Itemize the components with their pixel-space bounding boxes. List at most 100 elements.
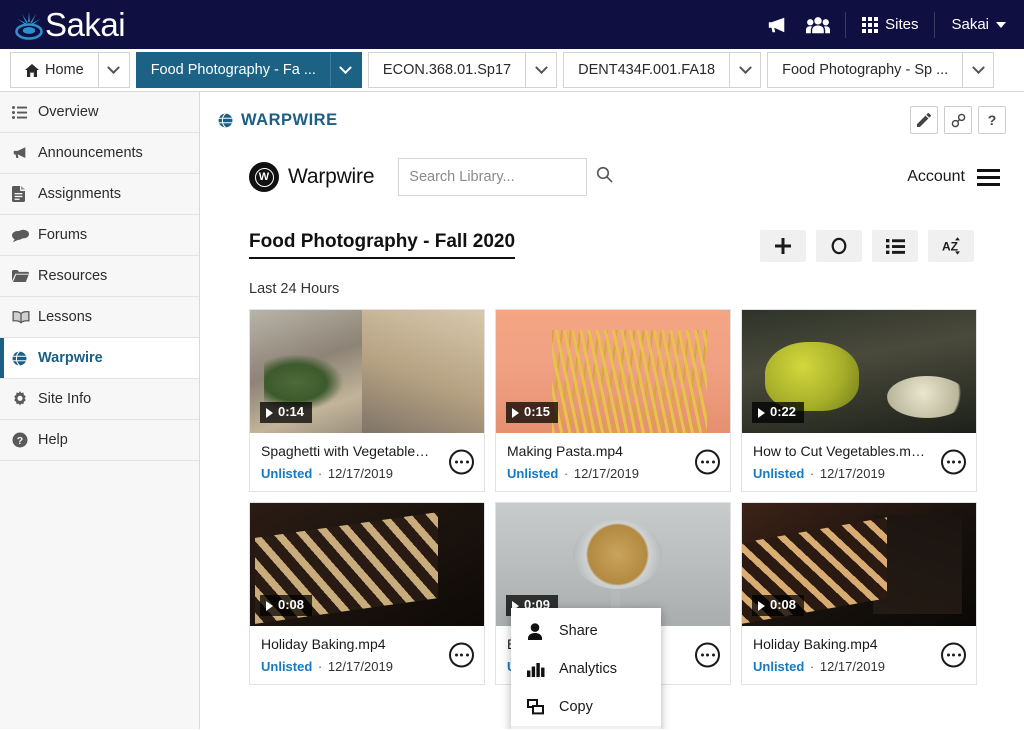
card-thumbnail[interactable]: 0:08 bbox=[250, 503, 484, 627]
context-menu-item-analytics[interactable]: Analytics bbox=[511, 650, 661, 688]
duration-badge: 0:14 bbox=[260, 402, 313, 423]
sidebar-item-label: Assignments bbox=[38, 186, 122, 202]
card-options-button[interactable] bbox=[941, 642, 966, 668]
card-body: Spaghetti with Vegetables… Unlisted · 12… bbox=[250, 433, 484, 491]
sidebar-item-overview[interactable]: Overview bbox=[0, 92, 199, 133]
context-menu-label: Share bbox=[559, 623, 598, 639]
card-meta: Unlisted · 12/17/2019 bbox=[261, 659, 474, 674]
context-menu-item-settings[interactable]: Settings bbox=[511, 726, 661, 729]
media-card[interactable]: 0:14 Spaghetti with Vegetables… Unlisted… bbox=[249, 309, 485, 493]
list-view-button[interactable] bbox=[872, 230, 918, 262]
site-tab-econ[interactable]: ECON.368.01.Sp17 bbox=[367, 52, 558, 88]
account-menu-button[interactable]: Account bbox=[907, 168, 1000, 186]
media-card[interactable]: 0:08 Holiday Baking.mp4 Unlisted · 12/17… bbox=[741, 502, 977, 686]
visibility-badge[interactable]: Unlisted bbox=[261, 466, 312, 481]
warpwire-brand-label: Warpwire bbox=[288, 165, 375, 188]
visibility-badge[interactable]: Unlisted bbox=[753, 466, 804, 481]
site-tab-home-dropdown[interactable] bbox=[97, 53, 129, 87]
site-tab-food-photography-spring[interactable]: Food Photography - Sp ... bbox=[767, 52, 995, 88]
sidebar-item-lessons[interactable]: Lessons bbox=[0, 297, 199, 338]
card-options-button[interactable] bbox=[449, 449, 474, 475]
chat-bubble-icon bbox=[12, 228, 38, 243]
library-title: Food Photography - Fall 2020 bbox=[249, 230, 516, 259]
user-menu-button[interactable]: Sakai bbox=[941, 16, 1010, 33]
link-icon[interactable] bbox=[944, 106, 972, 134]
context-menu-item-share[interactable]: Share bbox=[511, 612, 661, 650]
site-tab-food-photography-spring-dropdown[interactable] bbox=[962, 53, 993, 87]
sort-az-button[interactable]: AZ bbox=[928, 230, 974, 262]
card-options-button[interactable] bbox=[449, 642, 474, 668]
sidebar-item-resources[interactable]: Resources bbox=[0, 256, 199, 297]
media-card[interactable]: 0:08 Holiday Baking.mp4 Unlisted · 12/17… bbox=[249, 502, 485, 686]
duration-label: 0:08 bbox=[770, 597, 797, 613]
card-options-button[interactable] bbox=[695, 449, 720, 475]
sidebar-item-forums[interactable]: Forums bbox=[0, 215, 199, 256]
sakai-logo-mark bbox=[10, 6, 48, 44]
record-button[interactable] bbox=[816, 230, 862, 262]
site-tab-food-photography-fall[interactable]: Food Photography - Fa ... bbox=[135, 52, 362, 88]
svg-text:?: ? bbox=[17, 435, 23, 447]
card-thumbnail[interactable]: 0:22 bbox=[742, 310, 976, 433]
site-tab-econ-dropdown[interactable] bbox=[525, 53, 556, 87]
media-card[interactable]: 0:15 Making Pasta.mp4 Unlisted · 12/17/2… bbox=[495, 309, 731, 493]
gear-icon bbox=[12, 391, 38, 407]
meta-separator: · bbox=[806, 466, 818, 482]
play-triangle-icon bbox=[266, 600, 273, 611]
sidebar-item-assignments[interactable]: Assignments bbox=[0, 174, 199, 215]
card-body: Holiday Baking.mp4 Unlisted · 12/17/2019 bbox=[250, 626, 484, 684]
card-title: Holiday Baking.mp4 bbox=[753, 636, 878, 653]
context-menu-item-copy[interactable]: Copy bbox=[511, 688, 661, 726]
topbar-divider-2 bbox=[934, 11, 936, 38]
sites-button[interactable]: Sites bbox=[852, 16, 928, 33]
visibility-badge[interactable]: Unlisted bbox=[753, 659, 804, 674]
card-thumbnail[interactable]: 0:14 bbox=[250, 310, 484, 433]
user-menu-label: Sakai bbox=[951, 16, 989, 33]
site-tab-food-photography-fall-dropdown[interactable] bbox=[329, 53, 361, 87]
users-group-icon[interactable] bbox=[797, 15, 839, 35]
chevron-down-icon bbox=[971, 60, 985, 74]
announcements-megaphone-icon[interactable] bbox=[757, 15, 797, 35]
meta-separator: · bbox=[806, 659, 818, 675]
card-date: 12/17/2019 bbox=[819, 659, 885, 675]
chevron-down-icon bbox=[339, 60, 353, 74]
sidebar-item-announcements[interactable]: Announcements bbox=[0, 133, 199, 174]
play-triangle-icon bbox=[266, 407, 273, 418]
add-media-button[interactable] bbox=[760, 230, 806, 262]
card-body: How to Cut Vegetables.mp4 Unlisted · 12/… bbox=[742, 433, 976, 491]
global-topbar: Sakai Sites Sakai bbox=[0, 0, 1024, 49]
card-options-button[interactable] bbox=[941, 449, 966, 475]
card-options-button[interactable] bbox=[695, 642, 720, 668]
visibility-badge[interactable]: Unlisted bbox=[261, 659, 312, 674]
meta-separator: · bbox=[314, 659, 326, 675]
search-input[interactable] bbox=[409, 169, 597, 185]
sidebar-item-label: Warpwire bbox=[38, 350, 103, 366]
sidebar-item-site-info[interactable]: Site Info bbox=[0, 379, 199, 420]
card-title: Making Pasta.mp4 bbox=[507, 443, 623, 459]
visibility-badge[interactable]: Unlisted bbox=[507, 466, 558, 481]
card-thumbnail[interactable]: 0:15 bbox=[496, 310, 730, 433]
sites-label: Sites bbox=[885, 16, 919, 33]
site-tab-dent-dropdown[interactable] bbox=[729, 53, 760, 87]
duration-badge: 0:22 bbox=[752, 402, 805, 423]
hamburger-menu-icon[interactable] bbox=[977, 168, 1000, 186]
sidebar-item-help[interactable]: ? Help bbox=[0, 420, 199, 461]
sidebar-item-label: Help bbox=[38, 432, 68, 448]
sakai-logo[interactable]: Sakai bbox=[10, 0, 126, 49]
site-tab-dent[interactable]: DENT434F.001.FA18 bbox=[563, 52, 762, 88]
card-meta: Unlisted · 12/17/2019 bbox=[507, 466, 720, 481]
sidebar-item-warpwire[interactable]: Warpwire bbox=[0, 338, 199, 379]
media-card[interactable]: 0:22 How to Cut Vegetables.mp4 Unlisted … bbox=[741, 309, 977, 493]
card-thumbnail[interactable]: 0:08 bbox=[742, 503, 976, 627]
account-label: Account bbox=[907, 168, 965, 185]
site-tab-home[interactable]: Home bbox=[10, 52, 130, 88]
search-icon bbox=[596, 166, 613, 188]
search-library-field[interactable] bbox=[398, 158, 613, 196]
tool-action-buttons: ? bbox=[910, 106, 1006, 134]
copy-icon bbox=[527, 699, 559, 715]
help-question-icon[interactable]: ? bbox=[978, 106, 1006, 134]
bar-chart-icon bbox=[527, 661, 559, 677]
chevron-down-icon bbox=[738, 60, 752, 74]
warpwire-brand[interactable]: W Warpwire bbox=[249, 162, 374, 192]
edit-pencil-icon[interactable] bbox=[910, 106, 938, 134]
warpwire-logo-letter: W bbox=[254, 167, 274, 187]
